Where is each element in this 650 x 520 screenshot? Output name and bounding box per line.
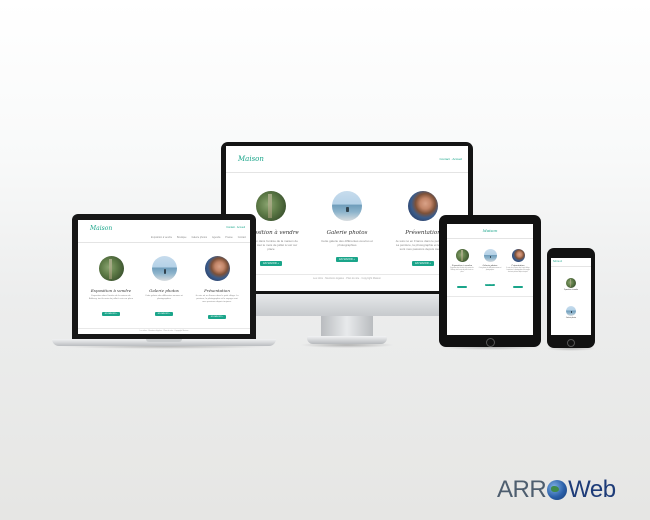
card-text: Je suis né en France dans le petit villa… <box>506 268 530 273</box>
card-text: Je suis né en France dans le petit villa… <box>195 295 239 303</box>
site-logo[interactable]: Maison <box>447 228 533 233</box>
card-text: Cette galerie des différentes œuvres et … <box>478 268 502 271</box>
card-gallery: Galerie photos <box>551 306 591 319</box>
monitor-base <box>307 336 387 344</box>
card-exposition: Exposition à vendre <box>551 278 591 291</box>
card-gallery: Galerie photos Cette galerie des différe… <box>310 191 384 265</box>
site-logo[interactable]: Maison <box>90 225 112 232</box>
read-more-button[interactable]: EN SAVOIR + <box>207 314 227 319</box>
card-text: Cette galerie des différentes œuvres et … <box>145 295 183 300</box>
card-exposition: Exposition à vendre Exposition dans l'en… <box>448 249 476 291</box>
header-divider <box>447 238 533 239</box>
brand-text-arr: ARR <box>497 476 547 503</box>
site-logo[interactable]: Maison <box>238 155 264 163</box>
globe-icon <box>547 480 568 500</box>
tablet-website: Maison Exposition à vendre Exposition da… <box>447 224 533 335</box>
forest-path-photo[interactable] <box>256 191 286 221</box>
card-gallery: Galerie photos Cette galerie des différe… <box>137 256 191 319</box>
arroweb-logo: ARR Web <box>497 476 616 504</box>
phone-home-button[interactable] <box>567 339 575 347</box>
nav-item-contact[interactable]: Contact <box>238 236 246 239</box>
portrait-photo[interactable] <box>204 256 230 281</box>
laptop-website: Maison Contact · Accueil Exposition à ve… <box>78 220 250 334</box>
card-title: Galerie photos <box>149 288 179 293</box>
header-divider <box>551 266 591 267</box>
seaside-photo[interactable] <box>483 249 497 262</box>
contact-link[interactable]: Contact · Accueil <box>439 157 462 161</box>
card-title: Présentation <box>204 288 230 293</box>
nav-item-presse[interactable]: Presse <box>225 236 232 239</box>
card-text: Exposition dans l'entrée de la maison de… <box>88 295 134 300</box>
read-more-button[interactable]: EN SAVOIR + <box>154 311 174 316</box>
read-more-button[interactable]: EN SAVOIR + <box>260 261 282 267</box>
card-text: Cette galerie des différentes œuvres et … <box>321 239 373 248</box>
monitor-chin <box>221 294 473 316</box>
read-more-button[interactable]: EN SAVOIR + <box>484 284 496 286</box>
seaside-photo[interactable] <box>566 306 576 316</box>
phone-website: Maison Exposition à vendre Galerie photo… <box>551 258 591 335</box>
card-title: Exposition à vendre <box>563 290 579 291</box>
nav-item-galerie[interactable]: Galerie photos <box>191 236 207 239</box>
header-divider <box>78 242 250 243</box>
card-exposition: Exposition à vendre Exposition dans l'en… <box>84 256 138 319</box>
card-text: Exposition dans l'entrée de la maison de… <box>450 268 474 273</box>
laptop-notch <box>146 339 182 342</box>
portrait-photo[interactable] <box>511 249 525 262</box>
card-title: Exposition à vendre <box>451 265 473 267</box>
portrait-photo[interactable] <box>408 191 438 221</box>
footer-divider <box>78 328 250 329</box>
seaside-photo[interactable] <box>332 191 362 221</box>
card-gallery: Galerie photos Cette galerie des différe… <box>476 249 504 290</box>
card-title: Présentation <box>511 265 525 267</box>
card-presentation: Présentation Je suis né en France dans l… <box>190 256 244 322</box>
card-title: Galerie photos <box>326 230 368 236</box>
read-more-button[interactable]: EN SAVOIR + <box>512 285 524 288</box>
card-title: Galerie photos <box>565 318 577 319</box>
contact-link[interactable]: Contact · Accueil <box>226 226 245 229</box>
tablet-home-button[interactable] <box>486 338 495 347</box>
forest-path-photo[interactable] <box>566 278 576 288</box>
read-more-button[interactable]: EN SAVOIR + <box>456 285 468 288</box>
read-more-button[interactable]: EN SAVOIR + <box>412 261 434 267</box>
site-logo[interactable]: Maison <box>553 260 562 263</box>
seaside-photo[interactable] <box>151 256 177 281</box>
desktop-website: Maison Contact · Accueil Exposition à ve… <box>226 146 468 291</box>
footer-text: Les infos · Mentions légales · Plan du s… <box>313 277 381 280</box>
forest-path-photo[interactable] <box>98 256 124 281</box>
card-title: Galerie photos <box>482 265 498 267</box>
read-more-button[interactable]: EN SAVOIR + <box>336 257 358 263</box>
nav-item-agenda[interactable]: Agenda <box>212 236 220 239</box>
card-presentation: Présentation Je suis né en France dans l… <box>504 249 532 291</box>
nav-item-boutique[interactable]: Boutique <box>177 236 186 239</box>
forest-path-photo[interactable] <box>455 249 469 262</box>
brand-text-web: Web <box>568 476 616 503</box>
monitor-neck <box>321 316 373 338</box>
header-divider <box>226 172 468 173</box>
card-title: Exposition à vendre <box>90 288 132 293</box>
footer-divider <box>226 274 468 275</box>
footer-text: Les infos · Mentions légales · Plan du s… <box>139 330 189 332</box>
read-more-button[interactable]: EN SAVOIR + <box>101 311 121 316</box>
main-nav: Exposition à vendre Boutique Galerie pho… <box>151 236 246 239</box>
footer-divider <box>447 296 533 297</box>
nav-item-exposition[interactable]: Exposition à vendre <box>151 236 172 239</box>
